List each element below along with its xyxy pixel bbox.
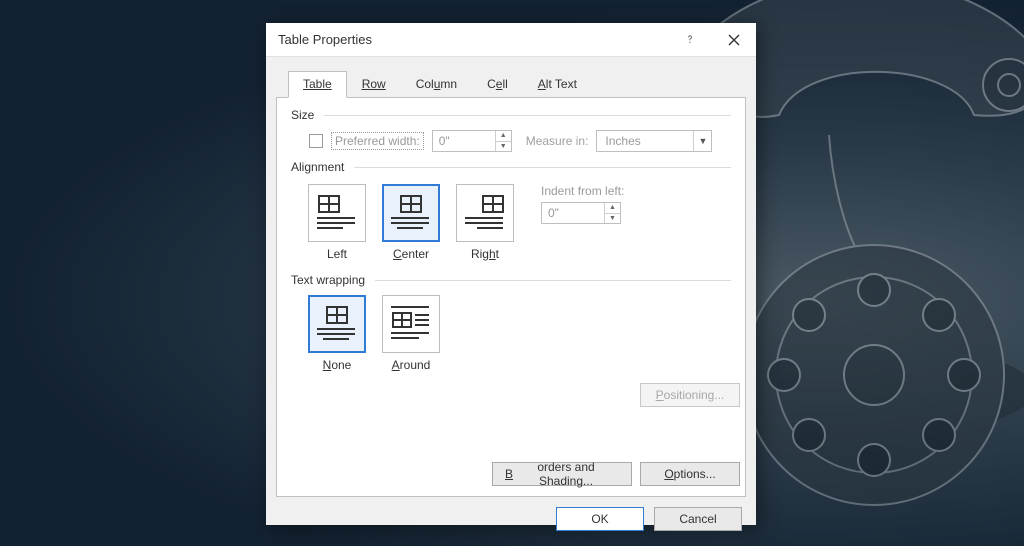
preferred-width-input[interactable]: [433, 131, 495, 151]
preferred-width-label: Preferred width:: [331, 132, 424, 150]
preferred-width-spinner[interactable]: ▲▼: [432, 130, 512, 152]
wrap-around-option[interactable]: Around: [381, 295, 441, 372]
spin-up-icon[interactable]: ▲: [605, 203, 620, 213]
measure-in-combo[interactable]: Inches ▼: [596, 130, 712, 152]
preferred-width-checkbox[interactable]: [309, 134, 323, 148]
align-center-option[interactable]: Center: [381, 184, 441, 261]
help-button[interactable]: [668, 23, 712, 57]
dialog-footer: OK Cancel: [266, 497, 756, 531]
tab-strip: Table Row Column Cell Alt Text: [266, 57, 756, 97]
spin-down-icon[interactable]: ▼: [605, 213, 620, 224]
alignment-group-label: Alignment: [291, 156, 731, 176]
tab-cell[interactable]: Cell: [472, 71, 523, 97]
tab-alt-text[interactable]: Alt Text: [523, 71, 592, 97]
cancel-button[interactable]: Cancel: [654, 507, 742, 531]
indent-from-left-label: Indent from left:: [541, 184, 624, 202]
align-left-label: Left: [327, 247, 347, 261]
positioning-button: Positioning...: [640, 383, 740, 407]
measure-in-value: Inches: [597, 132, 693, 150]
close-button[interactable]: [712, 23, 756, 57]
align-right-option[interactable]: Right: [455, 184, 515, 261]
tab-table[interactable]: Table: [288, 71, 347, 98]
titlebar: Table Properties: [266, 23, 756, 57]
table-properties-dialog: Table Properties Table Row Column Cell A…: [266, 23, 756, 525]
align-left-option[interactable]: Left: [307, 184, 367, 261]
wrap-none-option[interactable]: None: [307, 295, 367, 372]
indent-from-left-spinner[interactable]: ▲▼: [541, 202, 621, 224]
spin-down-icon[interactable]: ▼: [496, 141, 511, 152]
chevron-down-icon[interactable]: ▼: [693, 131, 711, 151]
align-center-label: Center: [393, 247, 429, 261]
wrap-none-label: None: [323, 358, 352, 372]
dialog-title: Table Properties: [278, 32, 372, 47]
tab-row[interactable]: Row: [347, 71, 401, 97]
align-right-label: Right: [471, 247, 499, 261]
borders-shading-button[interactable]: Borders and Shading...: [492, 462, 632, 486]
measure-in-label: Measure in:: [526, 134, 589, 148]
tab-column[interactable]: Column: [401, 71, 472, 97]
options-button[interactable]: Options...: [640, 462, 740, 486]
wrap-around-label: Around: [392, 358, 431, 372]
ok-button[interactable]: OK: [556, 507, 644, 531]
indent-from-left-input[interactable]: [542, 203, 604, 223]
wrapping-group-label: Text wrapping: [291, 269, 731, 289]
tab-page-table: Size Preferred width: ▲▼ Measure in: Inc…: [276, 97, 746, 497]
size-group-label: Size: [291, 104, 731, 124]
spin-up-icon[interactable]: ▲: [496, 131, 511, 141]
